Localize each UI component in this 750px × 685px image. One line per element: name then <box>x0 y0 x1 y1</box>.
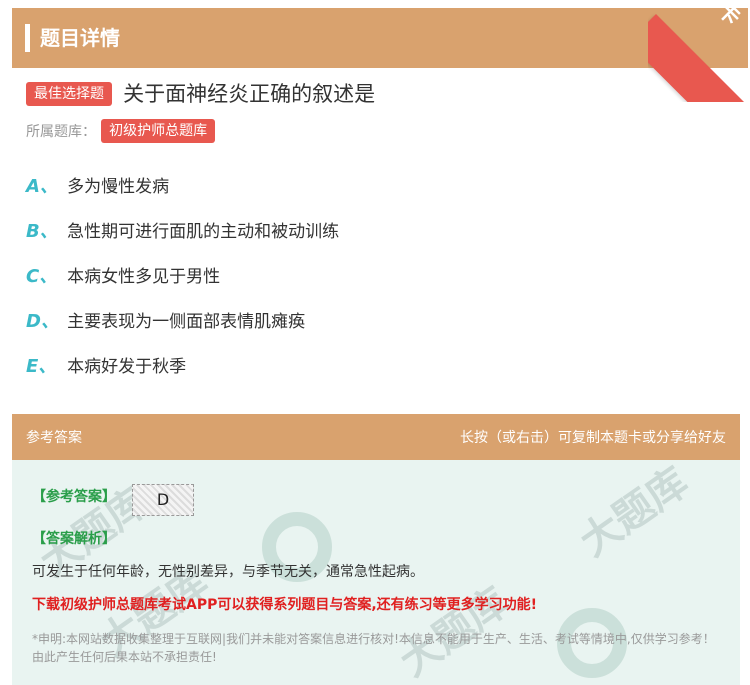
answer-header-title: 参考答案 <box>26 430 82 446</box>
library-row: 所属题库： 初级护师总题库 <box>26 119 216 145</box>
option-text: 多为慢性发病 <box>67 177 170 197</box>
detail-header: 题目详情 <box>12 8 748 68</box>
question-row: 最佳选择题 关于面神经炎正确的叙述是 <box>26 80 375 110</box>
library-label: 所属题库： <box>26 124 96 140</box>
explanation-label: 【答案解析】 <box>32 531 116 547</box>
share-hint: 长按（或右击）可复制本题卡或分享给好友 <box>460 430 726 446</box>
option-letter: B、 <box>26 221 58 242</box>
option-a[interactable]: A、 多为慢性发病 <box>26 172 626 202</box>
header-accent-bar <box>25 24 30 52</box>
question-title: 关于面神经炎正确的叙述是 <box>123 82 376 106</box>
answer-value: D <box>132 484 194 516</box>
answer-header: 参考答案 长按（或右击）可复制本题卡或分享给好友 <box>12 414 740 460</box>
option-letter: A、 <box>26 176 58 197</box>
ribbon-label: 题卡 <box>692 0 750 35</box>
explanation-text: 可发生于任何年龄，无性别差异，与季节无关，通常急性起病。 <box>32 564 424 580</box>
option-letter: E、 <box>26 356 57 377</box>
option-text: 急性期可进行面肌的主动和被动训练 <box>67 222 340 242</box>
option-e[interactable]: E、 本病好发于秋季 <box>26 352 626 382</box>
option-letter: D、 <box>26 311 59 332</box>
library-badge[interactable]: 初级护师总题库 <box>101 119 216 143</box>
option-letter: C、 <box>26 266 58 287</box>
watermark-text: 大题库 <box>391 579 517 685</box>
option-c[interactable]: C、 本病女性多见于男性 <box>26 262 626 292</box>
disclaimer-text: *申明:本网站数据收集整理于互联网|我们并未能对答案信息进行核对!本信息不能用于… <box>32 632 715 664</box>
page-title: 题目详情 <box>40 26 120 50</box>
answer-body: 大题库 大题库 大题库 大题库 【参考答案】 D 【答案解析】 可发生于任何年龄… <box>12 460 740 685</box>
corner-ribbon: 题卡 <box>648 0 750 102</box>
answer-label: 【参考答案】 <box>32 489 116 505</box>
option-b[interactable]: B、 急性期可进行面肌的主动和被动训练 <box>26 217 626 247</box>
option-text: 主要表现为一侧面部表情肌瘫痪 <box>67 312 306 332</box>
option-d[interactable]: D、 主要表现为一侧面部表情肌瘫痪 <box>26 307 626 337</box>
option-text: 本病女性多见于男性 <box>67 267 221 287</box>
option-text: 本病好发于秋季 <box>67 357 187 377</box>
watermark-text: 大题库 <box>571 460 697 566</box>
download-promo-link[interactable]: 下载初级护师总题库考试APP可以获得系列题目与答案,还有练习等更多学习功能! <box>32 594 537 614</box>
question-type-badge: 最佳选择题 <box>26 82 112 106</box>
